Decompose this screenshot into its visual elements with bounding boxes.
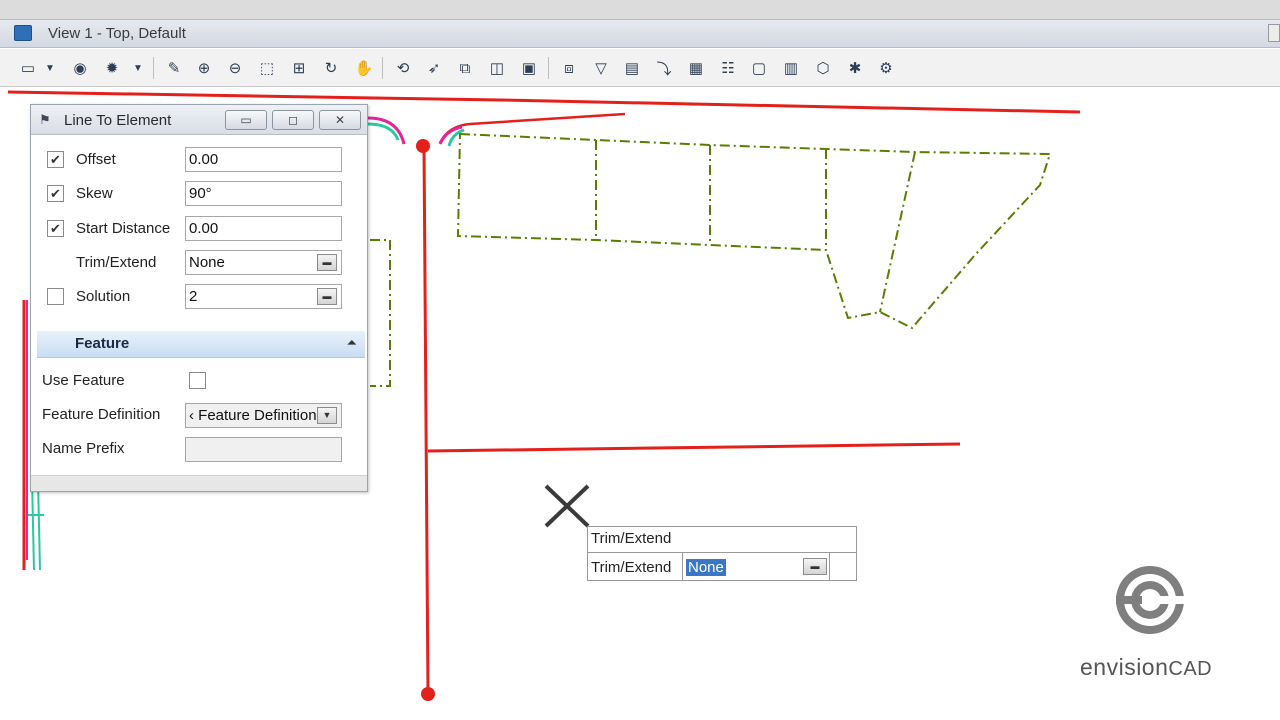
feature-section-title: Feature	[75, 335, 130, 352]
prompt-divider	[682, 552, 683, 581]
offset-field[interactable]: 0.00	[185, 147, 342, 172]
solution-label: Solution	[76, 288, 131, 305]
left-cyan-line	[28, 479, 44, 571]
solution-checkbox[interactable]	[47, 288, 64, 305]
curb-return-left	[367, 116, 406, 145]
prompt-divider	[829, 552, 830, 581]
solution-row: Solution 2 ▬	[31, 284, 367, 312]
trim-extend-row: Trim/Extend None ▬	[31, 250, 367, 278]
use-feature-label: Use Feature	[42, 372, 125, 389]
logo-text-caps: CAD	[1168, 658, 1213, 680]
offset-label: Offset	[76, 151, 116, 168]
tool-icon: ⚑	[39, 112, 51, 127]
created-red-line	[427, 442, 961, 453]
start-distance-field[interactable]: 0.00	[185, 216, 342, 241]
skew-row: ✔ Skew 90°	[31, 181, 367, 209]
offset-row: ✔ Offset 0.00	[31, 147, 367, 175]
curb-return-right	[438, 112, 626, 144]
logo-text-regular: envision	[1080, 654, 1169, 680]
start-distance-row: ✔ Start Distance 0.00	[31, 216, 367, 244]
minimize-button[interactable]: ▭	[225, 110, 267, 130]
use-feature-row: Use Feature	[31, 369, 367, 397]
dialog-title-bar[interactable]: ⚑ Line To Element ▭ ◻ ✕	[31, 105, 367, 135]
skew-label: Skew	[76, 185, 113, 202]
left-parcel	[370, 239, 391, 387]
feature-section-header[interactable]: Feature ⏶	[37, 331, 365, 358]
offset-checkbox[interactable]: ✔	[47, 151, 64, 168]
name-prefix-label: Name Prefix	[42, 440, 125, 457]
dialog-footer	[31, 475, 367, 491]
line-start-point	[416, 139, 430, 153]
parcel-divider	[879, 151, 916, 313]
collapse-icon[interactable]: ⏶	[347, 335, 357, 351]
cursor-crosshair	[544, 484, 590, 528]
use-feature-checkbox[interactable]	[189, 372, 206, 389]
chevron-down-icon[interactable]: ▬	[803, 558, 827, 575]
line-end-point	[421, 687, 435, 701]
parcel-outline	[456, 132, 1052, 330]
logo-mark-icon	[1116, 566, 1186, 634]
skew-field[interactable]: 90°	[185, 181, 342, 206]
start-distance-checkbox[interactable]: ✔	[47, 220, 64, 237]
start-distance-label: Start Distance	[76, 220, 171, 237]
main-red-line	[422, 145, 430, 695]
close-button[interactable]: ✕	[319, 110, 361, 130]
restore-button[interactable]: ◻	[272, 110, 314, 130]
name-prefix-row: Name Prefix	[31, 437, 367, 465]
prompt-label: Trim/Extend	[591, 559, 672, 576]
feature-definition-row: Feature Definition ‹ Feature Definition …	[31, 403, 367, 431]
screen: { "window": { "title": "View 1 - Top, De…	[0, 0, 1280, 720]
feature-definition-label: Feature Definition	[42, 406, 161, 423]
envisioncad-logo: envisionCAD	[1076, 560, 1236, 690]
logo-text: envisionCAD	[1080, 654, 1212, 681]
prompt-value-selected[interactable]: None	[686, 559, 726, 576]
skew-checkbox[interactable]: ✔	[47, 185, 64, 202]
chevron-down-icon[interactable]: ▬	[317, 288, 337, 305]
prompt-divider	[588, 552, 856, 553]
name-prefix-field[interactable]	[185, 437, 342, 462]
dialog-title: Line To Element	[64, 112, 172, 129]
chevron-down-icon[interactable]: ▼	[317, 407, 337, 424]
prompt-header: Trim/Extend	[591, 530, 672, 547]
cursor-prompt-box: Trim/Extend Trim/Extend None ▬	[587, 526, 857, 581]
chevron-down-icon[interactable]: ▬	[317, 254, 337, 271]
trim-extend-label: Trim/Extend	[76, 254, 157, 271]
line-to-element-dialog: ⚑ Line To Element ▭ ◻ ✕ ✔ Offset 0.00 ✔ …	[30, 104, 368, 492]
